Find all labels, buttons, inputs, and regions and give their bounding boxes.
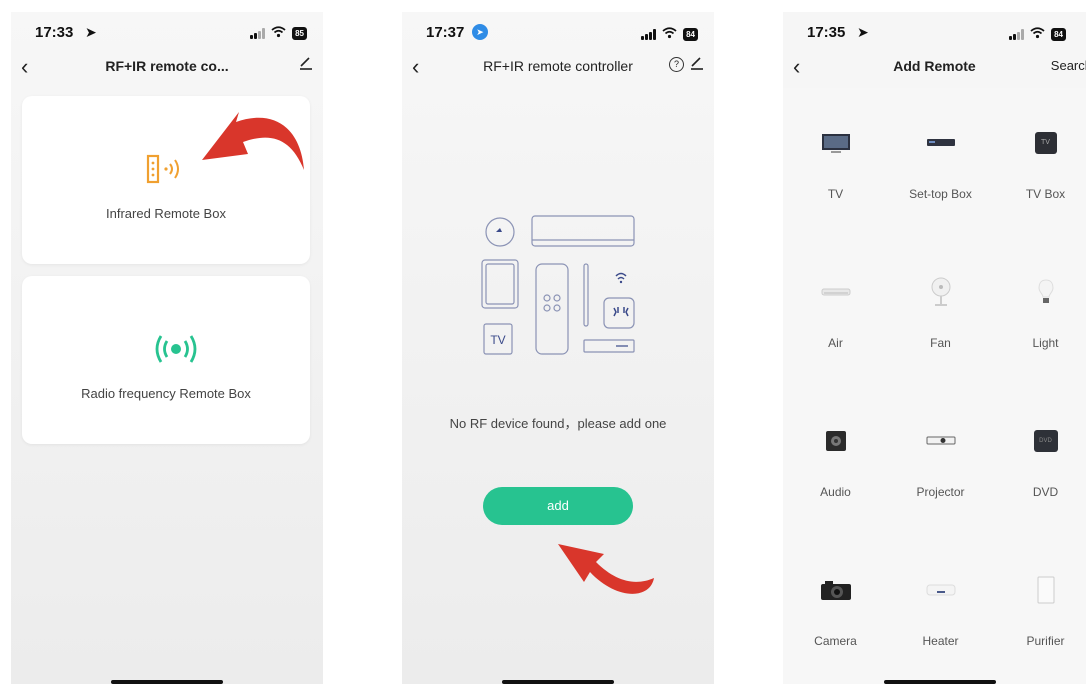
category-light[interactable]: Light — [993, 237, 1086, 386]
category-camera[interactable]: Camera — [783, 535, 888, 684]
status-bar: 17:35 ➤ 84 — [807, 24, 1070, 44]
category-label: Audio — [820, 485, 851, 499]
status-time: 17:35 — [807, 24, 846, 41]
projector-icon — [921, 426, 961, 456]
screen-rf-controller: 17:37 ➤ 84 ‹ RF+IR remote controller ? T… — [402, 12, 714, 684]
camera-icon — [816, 575, 856, 605]
tv-icon — [816, 128, 856, 158]
location-icon: ➤ — [857, 24, 869, 40]
signal-icon — [250, 28, 266, 39]
category-label: DVD — [1032, 485, 1059, 499]
status-bar: 17:37 ➤ 84 — [426, 24, 698, 44]
home-indicator — [111, 680, 223, 684]
annotation-arrow — [202, 112, 304, 170]
radio-frequency-remote-box-label: Radio frequency Remote Box — [81, 386, 251, 401]
category-heater[interactable]: Heater — [888, 535, 993, 684]
signal-icon — [641, 29, 657, 40]
home-indicator — [502, 680, 614, 684]
light-bulb-icon — [1026, 277, 1066, 307]
remote-category-grid: TV Set-top Box TV TV Box Air Fan Light A… — [783, 88, 1086, 684]
category-label: Projector — [916, 485, 965, 499]
category-tv[interactable]: TV — [783, 88, 888, 237]
category-audio[interactable]: Audio — [783, 386, 888, 535]
radio-frequency-remote-box-card[interactable]: Radio frequency Remote Box — [22, 276, 310, 444]
edit-icon[interactable] — [690, 56, 704, 73]
speaker-icon — [816, 426, 856, 456]
search-link[interactable]: Search — [1051, 58, 1086, 73]
page-title: RF+IR remote co... — [105, 58, 229, 74]
dvd-icon: DVD — [1026, 426, 1066, 456]
status-time: 17:37 — [426, 24, 465, 41]
page-title: RF+IR remote controller — [483, 58, 633, 74]
category-tv-box[interactable]: TV TV Box — [993, 88, 1086, 237]
category-label: TV — [827, 187, 844, 201]
category-label: Camera — [814, 634, 857, 648]
wifi-icon — [271, 26, 286, 41]
category-set-top-box[interactable]: Set-top Box — [888, 88, 993, 237]
category-air[interactable]: Air — [783, 237, 888, 386]
status-bar: 17:33 ➤ 85 — [35, 24, 307, 44]
add-button[interactable]: add — [483, 487, 633, 525]
empty-devices-illustration: TV — [481, 215, 635, 355]
nav-bar: ‹ RF+IR remote co... — [11, 54, 323, 79]
category-label: Light — [1032, 336, 1059, 350]
empty-state-message: No RF device found，please add one — [449, 416, 667, 431]
status-time: 17:33 — [35, 24, 74, 41]
home-indicator — [884, 680, 996, 684]
category-label: Set-top Box — [909, 187, 972, 201]
set-top-box-icon — [921, 128, 961, 158]
category-projector[interactable]: Projector — [888, 386, 993, 535]
category-label: TV Box — [1025, 187, 1066, 201]
infrared-remote-box-label: Infrared Remote Box — [106, 206, 226, 221]
fan-icon — [921, 277, 961, 307]
category-label: Air — [828, 336, 843, 350]
wifi-icon — [662, 26, 677, 43]
category-fan[interactable]: Fan — [888, 237, 993, 386]
purifier-icon — [1026, 575, 1066, 605]
location-icon: ➤ — [85, 24, 97, 40]
category-label: Fan — [930, 336, 951, 350]
location-icon: ➤ — [472, 24, 488, 40]
illustration-tv-label: TV — [490, 333, 505, 347]
air-conditioner-icon — [816, 277, 856, 307]
tv-box-icon: TV — [1026, 128, 1066, 158]
category-dvd[interactable]: DVD DVD — [993, 386, 1086, 535]
battery-icon: 84 — [1051, 28, 1066, 41]
battery-icon: 84 — [683, 28, 698, 41]
category-label: Purifier — [1026, 634, 1065, 648]
nav-bar: ‹ Add Remote Search — [783, 54, 1086, 79]
heater-icon — [921, 575, 961, 605]
battery-icon: 85 — [292, 27, 307, 40]
category-label: Heater — [922, 634, 959, 648]
wifi-icon — [1030, 26, 1045, 43]
screen-add-remote: 17:35 ➤ 84 ‹ Add Remote Search TV Set-to… — [783, 12, 1086, 684]
help-icon[interactable]: ? — [669, 57, 684, 72]
signal-icon — [1009, 29, 1025, 40]
category-purifier[interactable]: Purifier — [993, 535, 1086, 684]
infrared-icon — [146, 154, 186, 189]
screen-remote-type: 17:33 ➤ 85 ‹ RF+IR remote co... Infrared… — [11, 12, 323, 684]
nav-bar: ‹ RF+IR remote controller ? — [402, 54, 714, 79]
annotation-arrow — [558, 544, 654, 594]
radio-frequency-icon — [153, 334, 199, 369]
page-title: Add Remote — [893, 58, 976, 74]
edit-icon[interactable] — [299, 56, 313, 73]
